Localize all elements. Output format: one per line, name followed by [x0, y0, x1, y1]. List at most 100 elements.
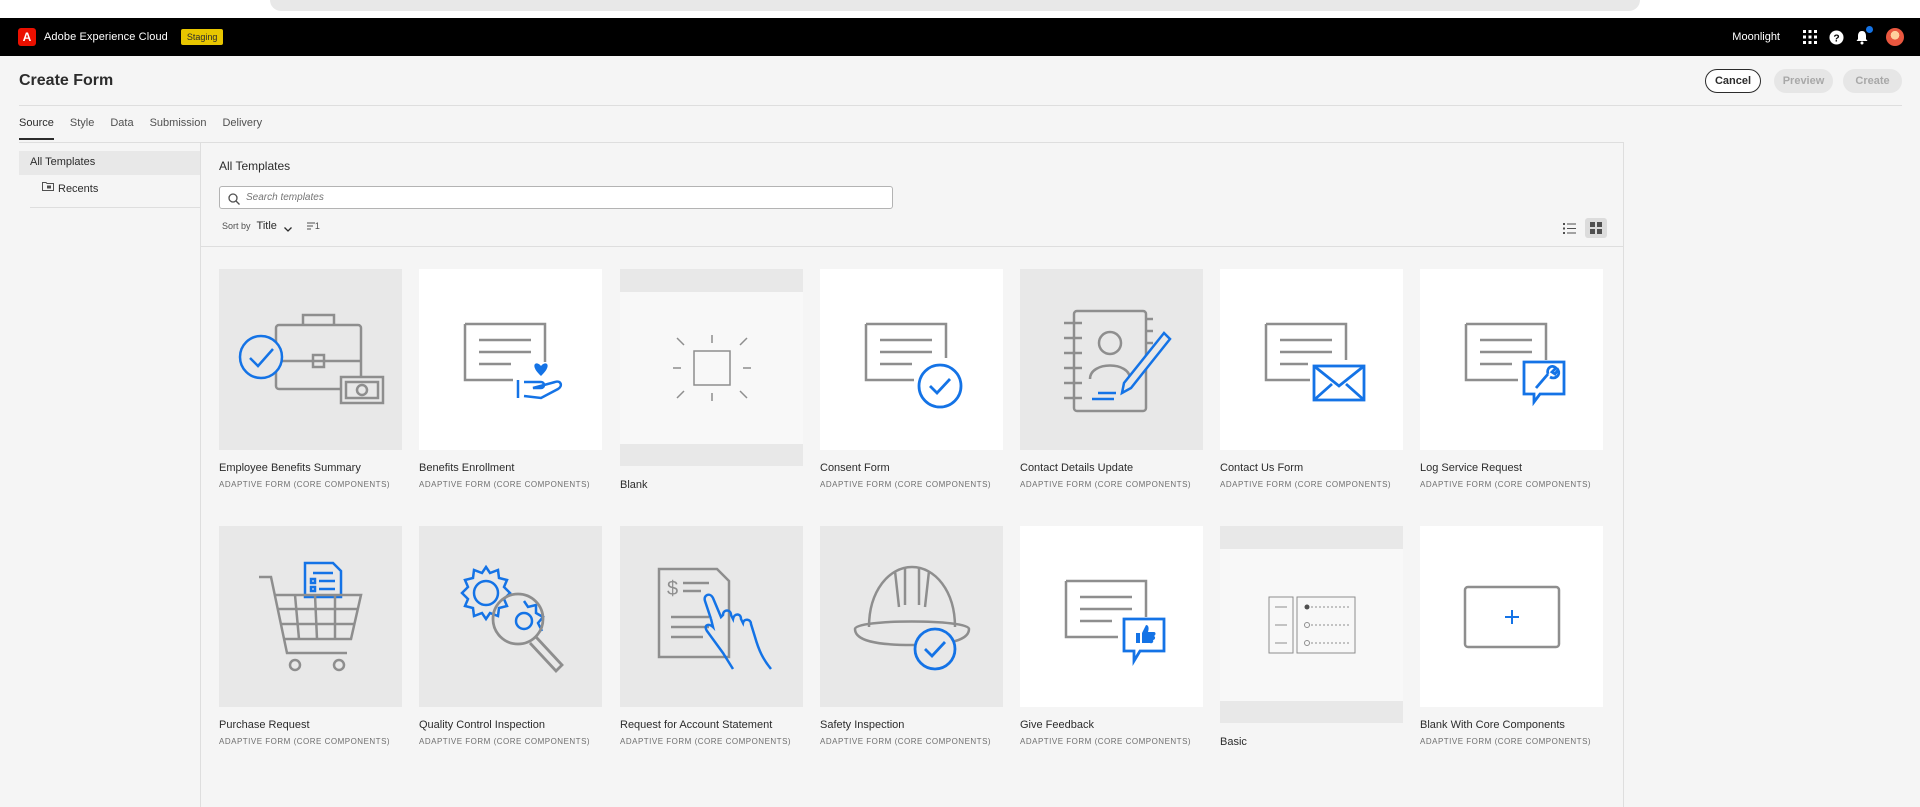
- template-title: Contact Us Form: [1220, 462, 1304, 474]
- form-thumbsup-icon: [1064, 579, 1165, 666]
- template-thumbnail[interactable]: [219, 526, 402, 707]
- search-input[interactable]: [246, 192, 886, 203]
- sort-order-toggle[interactable]: 1: [306, 221, 320, 231]
- template-type: ADAPTIVE FORM (CORE COMPONENTS): [1420, 480, 1592, 489]
- template-type: ADAPTIVE FORM (CORE COMPONENTS): [219, 480, 391, 489]
- right-panel-border: [1623, 143, 1624, 807]
- template-card[interactable]: Safety Inspection ADAPTIVE FORM (CORE CO…: [820, 526, 1003, 746]
- sidebar-item-recents[interactable]: Recents: [42, 181, 99, 195]
- sort-label: Sort by: [222, 221, 251, 231]
- tab-source[interactable]: Source: [19, 117, 54, 140]
- basic-form-icon: [1268, 596, 1355, 653]
- sort-order-value: 1: [314, 221, 320, 231]
- help-icon[interactable]: ?: [1828, 29, 1844, 45]
- template-thumbnail[interactable]: [419, 526, 602, 707]
- svg-text:?: ?: [1833, 33, 1839, 44]
- sidebar-item-label: Recents: [58, 183, 99, 195]
- template-type: ADAPTIVE FORM (CORE COMPONENTS): [820, 737, 992, 746]
- org-switcher[interactable]: Moonlight: [1732, 31, 1780, 43]
- sort-bar: Sort by Title 1: [222, 220, 320, 232]
- template-card[interactable]: $ Request for Account Statement ADAPTIVE…: [620, 526, 803, 746]
- folder-icon: [42, 181, 54, 191]
- template-thumbnail[interactable]: [419, 269, 602, 450]
- template-thumbnail[interactable]: [620, 269, 803, 466]
- browser-address-bar[interactable]: [270, 0, 1640, 11]
- template-type: ADAPTIVE FORM (CORE COMPONENTS): [1220, 480, 1392, 489]
- template-type: ADAPTIVE FORM (CORE COMPONENTS): [419, 737, 591, 746]
- template-title: Blank With Core Components: [1420, 719, 1565, 731]
- template-type: ADAPTIVE FORM (CORE COMPONENTS): [620, 737, 792, 746]
- cart-document-icon: [258, 561, 363, 671]
- list-view-button[interactable]: [1558, 218, 1580, 238]
- top-bar: A Adobe Experience Cloud Staging Moonlig…: [0, 18, 1920, 56]
- sort-dropdown[interactable]: Title: [257, 220, 277, 232]
- form-check-icon: [864, 322, 962, 408]
- list-view-icon: [1562, 222, 1576, 234]
- environment-badge: Staging: [180, 29, 224, 45]
- template-card[interactable]: Benefits Enrollment ADAPTIVE FORM (CORE …: [419, 269, 602, 489]
- template-card[interactable]: Blank With Core Components ADAPTIVE FORM…: [1420, 526, 1603, 746]
- chevron-down-icon[interactable]: [283, 221, 293, 232]
- template-card[interactable]: Contact Us Form ADAPTIVE FORM (CORE COMP…: [1220, 269, 1403, 489]
- template-card[interactable]: Give Feedback ADAPTIVE FORM (CORE COMPON…: [1020, 526, 1203, 746]
- template-card[interactable]: Contact Details Update ADAPTIVE FORM (CO…: [1020, 269, 1203, 489]
- tab-data[interactable]: Data: [110, 117, 133, 140]
- template-thumbnail[interactable]: [1020, 269, 1203, 450]
- template-title: Purchase Request: [219, 719, 310, 731]
- template-thumbnail[interactable]: [1220, 269, 1403, 450]
- tab-delivery[interactable]: Delivery: [222, 117, 262, 140]
- preview-button[interactable]: Preview: [1774, 69, 1833, 93]
- hardhat-check-icon: [853, 565, 970, 670]
- tabs-divider: [19, 142, 1624, 143]
- template-card[interactable]: Basic: [1220, 526, 1403, 748]
- tab-bar: Source Style Data Submission Delivery: [19, 117, 278, 140]
- form-envelope-icon: [1264, 322, 1365, 401]
- template-thumbnail[interactable]: [1020, 526, 1203, 707]
- template-card[interactable]: Purchase Request ADAPTIVE FORM (CORE COM…: [219, 526, 402, 746]
- bell-icon[interactable]: [1854, 26, 1873, 45]
- grid-view-icon: [1590, 222, 1602, 234]
- template-title: Contact Details Update: [1020, 462, 1134, 474]
- template-thumbnail[interactable]: [820, 269, 1003, 450]
- template-title: Blank: [620, 479, 648, 491]
- tab-submission[interactable]: Submission: [150, 117, 207, 140]
- sidebar-divider: [30, 207, 200, 208]
- template-type: ADAPTIVE FORM (CORE COMPONENTS): [1020, 737, 1192, 746]
- briefcase-check-icon: [238, 313, 384, 404]
- template-type: ADAPTIVE FORM (CORE COMPONENTS): [219, 737, 391, 746]
- template-thumbnail[interactable]: [1220, 526, 1403, 723]
- blank-sparkle-icon: [672, 334, 751, 401]
- template-thumbnail[interactable]: $: [620, 526, 803, 707]
- template-card[interactable]: Consent Form ADAPTIVE FORM (CORE COMPONE…: [820, 269, 1003, 489]
- search-icon: [228, 192, 240, 205]
- adobe-logo[interactable]: A: [18, 28, 36, 46]
- grid-view-button[interactable]: [1585, 218, 1607, 238]
- create-button[interactable]: Create: [1843, 69, 1902, 93]
- section-title: All Templates: [219, 159, 291, 173]
- template-thumbnail[interactable]: [820, 526, 1003, 707]
- template-type: ADAPTIVE FORM (CORE COMPONENTS): [820, 480, 992, 489]
- template-type: ADAPTIVE FORM (CORE COMPONENTS): [1020, 480, 1192, 489]
- brand-name[interactable]: Adobe Experience Cloud: [44, 31, 168, 43]
- template-thumbnail[interactable]: [219, 269, 402, 450]
- template-type: ADAPTIVE FORM (CORE COMPONENTS): [1420, 737, 1592, 746]
- template-card[interactable]: Quality Control Inspection ADAPTIVE FORM…: [419, 526, 602, 746]
- template-title: Request for Account Statement: [620, 719, 773, 731]
- tab-style[interactable]: Style: [70, 117, 94, 140]
- template-card[interactable]: Blank: [620, 269, 803, 491]
- form-heart-hand-icon: [463, 322, 562, 399]
- cancel-button[interactable]: Cancel: [1705, 69, 1761, 93]
- apps-grid-icon[interactable]: [1802, 29, 1818, 45]
- template-title: Consent Form: [820, 462, 890, 474]
- template-card[interactable]: Log Service Request ADAPTIVE FORM (CORE …: [1420, 269, 1603, 489]
- template-thumbnail[interactable]: [1420, 269, 1603, 450]
- sidebar-item-label[interactable]: All Templates: [30, 156, 95, 168]
- template-card[interactable]: Employee Benefits Summary ADAPTIVE FORM …: [219, 269, 402, 489]
- template-thumbnail[interactable]: [1420, 526, 1603, 707]
- page-title: Create Form: [19, 72, 114, 89]
- blank-plus-icon: [1463, 585, 1560, 648]
- browser-strip: [0, 0, 1920, 18]
- avatar[interactable]: [1886, 28, 1904, 46]
- toolbar-divider: [201, 246, 1623, 247]
- template-title: Employee Benefits Summary: [219, 462, 361, 474]
